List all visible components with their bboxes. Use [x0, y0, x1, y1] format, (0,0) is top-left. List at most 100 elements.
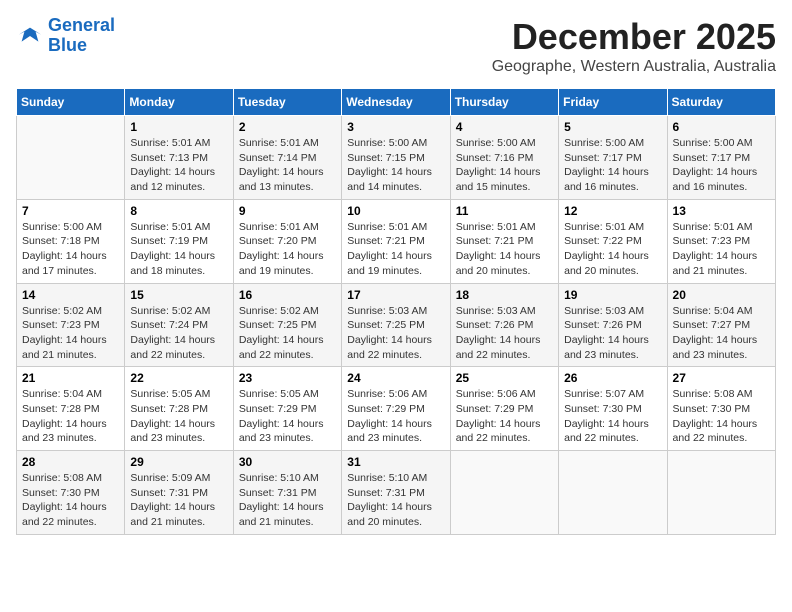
calendar-day-25: 25 Sunrise: 5:06 AM Sunset: 7:29 PM Dayli… — [450, 367, 558, 451]
calendar-day-26: 26Sunrise: 5:07 AM Sunset: 7:30 PM Dayli… — [559, 367, 667, 451]
day-number: 18 — [456, 288, 553, 302]
day-number: 12 — [564, 204, 661, 218]
day-number: 10 — [347, 204, 444, 218]
day-number: 30 — [239, 455, 336, 469]
day-number: 2 — [239, 120, 336, 134]
calendar-day-15: 15 Sunrise: 5:02 AM Sunset: 7:24 PM Dayli… — [125, 283, 233, 367]
calendar-day-11: 11 Sunrise: 5:01 AM Sunset: 7:21 PM Dayli… — [450, 199, 558, 283]
day-number: 31 — [347, 455, 444, 469]
day-number: 16 — [239, 288, 336, 302]
day-number: 23 — [239, 371, 336, 385]
day-info: Sunrise: 5:01 AM Sunset: 7:19 PM Dayligh… — [130, 220, 227, 279]
calendar-day-8: 8 Sunrise: 5:01 AM Sunset: 7:19 PM Daylig… — [125, 199, 233, 283]
day-info: Sunrise: 5:03 AM Sunset: 7:26 PM Dayligh… — [564, 304, 661, 363]
day-number: 7 — [22, 204, 119, 218]
day-number: 27 — [673, 371, 770, 385]
calendar-empty-cell — [450, 451, 558, 535]
day-info: Sunrise: 5:10 AM Sunset: 7:31 PM Dayligh… — [239, 471, 336, 530]
day-number: 29 — [130, 455, 227, 469]
calendar-header-row: SundayMondayTuesdayWednesdayThursdayFrid… — [17, 89, 776, 116]
day-info: Sunrise: 5:10 AM Sunset: 7:31 PM Dayligh… — [347, 471, 444, 530]
day-number: 4 — [456, 120, 553, 134]
day-info: Sunrise: 5:05 AM Sunset: 7:28 PM Dayligh… — [130, 387, 227, 446]
day-number: 19 — [564, 288, 661, 302]
day-number: 14 — [22, 288, 119, 302]
day-info: Sunrise: 5:01 AM Sunset: 7:22 PM Dayligh… — [564, 220, 661, 279]
day-info: Sunrise: 5:08 AM Sunset: 7:30 PM Dayligh… — [673, 387, 770, 446]
logo-text: GeneralBlue — [48, 16, 115, 56]
day-info: Sunrise: 5:08 AM Sunset: 7:30 PM Dayligh… — [22, 471, 119, 530]
day-number: 25 — [456, 371, 553, 385]
calendar-day-14: 14 Sunrise: 5:02 AM Sunset: 7:23 PM Dayli… — [17, 283, 125, 367]
calendar-day-28: 28Sunrise: 5:08 AM Sunset: 7:30 PM Dayli… — [17, 451, 125, 535]
column-header-tuesday: Tuesday — [233, 89, 341, 116]
day-info: Sunrise: 5:01 AM Sunset: 7:21 PM Dayligh… — [456, 220, 553, 279]
day-number: 17 — [347, 288, 444, 302]
calendar-day-22: 22Sunrise: 5:05 AM Sunset: 7:28 PM Dayli… — [125, 367, 233, 451]
calendar-day-27: 27 Sunrise: 5:08 AM Sunset: 7:30 PM Dayli… — [667, 367, 775, 451]
day-info: Sunrise: 5:05 AM Sunset: 7:29 PM Dayligh… — [239, 387, 336, 446]
calendar-day-1: 1 Sunrise: 5:01 AM Sunset: 7:13 PM Daylig… — [125, 116, 233, 200]
location-subtitle: Geographe, Western Australia, Australia — [492, 58, 776, 76]
title-section: December 2025 Geographe, Western Austral… — [492, 16, 776, 76]
page-header: GeneralBlue December 2025 Geographe, Wes… — [16, 16, 776, 76]
column-header-sunday: Sunday — [17, 89, 125, 116]
calendar-day-29: 29Sunrise: 5:09 AM Sunset: 7:31 PM Dayli… — [125, 451, 233, 535]
calendar-day-9: 9Sunrise: 5:01 AM Sunset: 7:20 PM Daylig… — [233, 199, 341, 283]
day-number: 6 — [673, 120, 770, 134]
day-number: 24 — [347, 371, 444, 385]
day-info: Sunrise: 5:03 AM Sunset: 7:26 PM Dayligh… — [456, 304, 553, 363]
day-number: 3 — [347, 120, 444, 134]
calendar-week-row: 14 Sunrise: 5:02 AM Sunset: 7:23 PM Dayli… — [17, 283, 776, 367]
day-info: Sunrise: 5:01 AM Sunset: 7:13 PM Dayligh… — [130, 136, 227, 195]
calendar-day-6: 6Sunrise: 5:00 AM Sunset: 7:17 PM Daylig… — [667, 116, 775, 200]
calendar-day-5: 5Sunrise: 5:00 AM Sunset: 7:17 PM Daylig… — [559, 116, 667, 200]
calendar-empty-cell — [559, 451, 667, 535]
day-info: Sunrise: 5:02 AM Sunset: 7:24 PM Dayligh… — [130, 304, 227, 363]
day-number: 21 — [22, 371, 119, 385]
calendar-table: SundayMondayTuesdayWednesdayThursdayFrid… — [16, 88, 776, 535]
calendar-day-30: 30 Sunrise: 5:10 AM Sunset: 7:31 PM Dayli… — [233, 451, 341, 535]
calendar-day-31: 31 Sunrise: 5:10 AM Sunset: 7:31 PM Dayli… — [342, 451, 450, 535]
calendar-day-10: 10 Sunrise: 5:01 AM Sunset: 7:21 PM Dayli… — [342, 199, 450, 283]
day-number: 11 — [456, 204, 553, 218]
day-info: Sunrise: 5:06 AM Sunset: 7:29 PM Dayligh… — [456, 387, 553, 446]
day-info: Sunrise: 5:00 AM Sunset: 7:18 PM Dayligh… — [22, 220, 119, 279]
calendar-empty-cell — [17, 116, 125, 200]
day-number: 1 — [130, 120, 227, 134]
calendar-day-19: 19 Sunrise: 5:03 AM Sunset: 7:26 PM Dayli… — [559, 283, 667, 367]
column-header-monday: Monday — [125, 89, 233, 116]
day-number: 15 — [130, 288, 227, 302]
logo: GeneralBlue — [16, 16, 115, 56]
calendar-week-row: 21 Sunrise: 5:04 AM Sunset: 7:28 PM Dayli… — [17, 367, 776, 451]
column-header-friday: Friday — [559, 89, 667, 116]
logo-icon — [16, 22, 44, 50]
column-header-wednesday: Wednesday — [342, 89, 450, 116]
calendar-day-23: 23 Sunrise: 5:05 AM Sunset: 7:29 PM Dayli… — [233, 367, 341, 451]
day-info: Sunrise: 5:04 AM Sunset: 7:28 PM Dayligh… — [22, 387, 119, 446]
calendar-day-20: 20Sunrise: 5:04 AM Sunset: 7:27 PM Dayli… — [667, 283, 775, 367]
calendar-week-row: 1 Sunrise: 5:01 AM Sunset: 7:13 PM Daylig… — [17, 116, 776, 200]
column-header-thursday: Thursday — [450, 89, 558, 116]
calendar-day-24: 24Sunrise: 5:06 AM Sunset: 7:29 PM Dayli… — [342, 367, 450, 451]
day-number: 8 — [130, 204, 227, 218]
calendar-day-17: 17Sunrise: 5:03 AM Sunset: 7:25 PM Dayli… — [342, 283, 450, 367]
calendar-day-7: 7 Sunrise: 5:00 AM Sunset: 7:18 PM Daylig… — [17, 199, 125, 283]
day-number: 9 — [239, 204, 336, 218]
calendar-day-12: 12 Sunrise: 5:01 AM Sunset: 7:22 PM Dayli… — [559, 199, 667, 283]
calendar-day-16: 16Sunrise: 5:02 AM Sunset: 7:25 PM Dayli… — [233, 283, 341, 367]
day-number: 13 — [673, 204, 770, 218]
calendar-empty-cell — [667, 451, 775, 535]
day-info: Sunrise: 5:01 AM Sunset: 7:23 PM Dayligh… — [673, 220, 770, 279]
day-info: Sunrise: 5:01 AM Sunset: 7:14 PM Dayligh… — [239, 136, 336, 195]
day-number: 5 — [564, 120, 661, 134]
day-info: Sunrise: 5:02 AM Sunset: 7:23 PM Dayligh… — [22, 304, 119, 363]
column-header-saturday: Saturday — [667, 89, 775, 116]
day-info: Sunrise: 5:04 AM Sunset: 7:27 PM Dayligh… — [673, 304, 770, 363]
calendar-week-row: 7 Sunrise: 5:00 AM Sunset: 7:18 PM Daylig… — [17, 199, 776, 283]
month-title: December 2025 — [492, 16, 776, 58]
calendar-day-4: 4Sunrise: 5:00 AM Sunset: 7:16 PM Daylig… — [450, 116, 558, 200]
calendar-day-18: 18 Sunrise: 5:03 AM Sunset: 7:26 PM Dayli… — [450, 283, 558, 367]
calendar-day-13: 13 Sunrise: 5:01 AM Sunset: 7:23 PM Dayli… — [667, 199, 775, 283]
day-info: Sunrise: 5:01 AM Sunset: 7:21 PM Dayligh… — [347, 220, 444, 279]
